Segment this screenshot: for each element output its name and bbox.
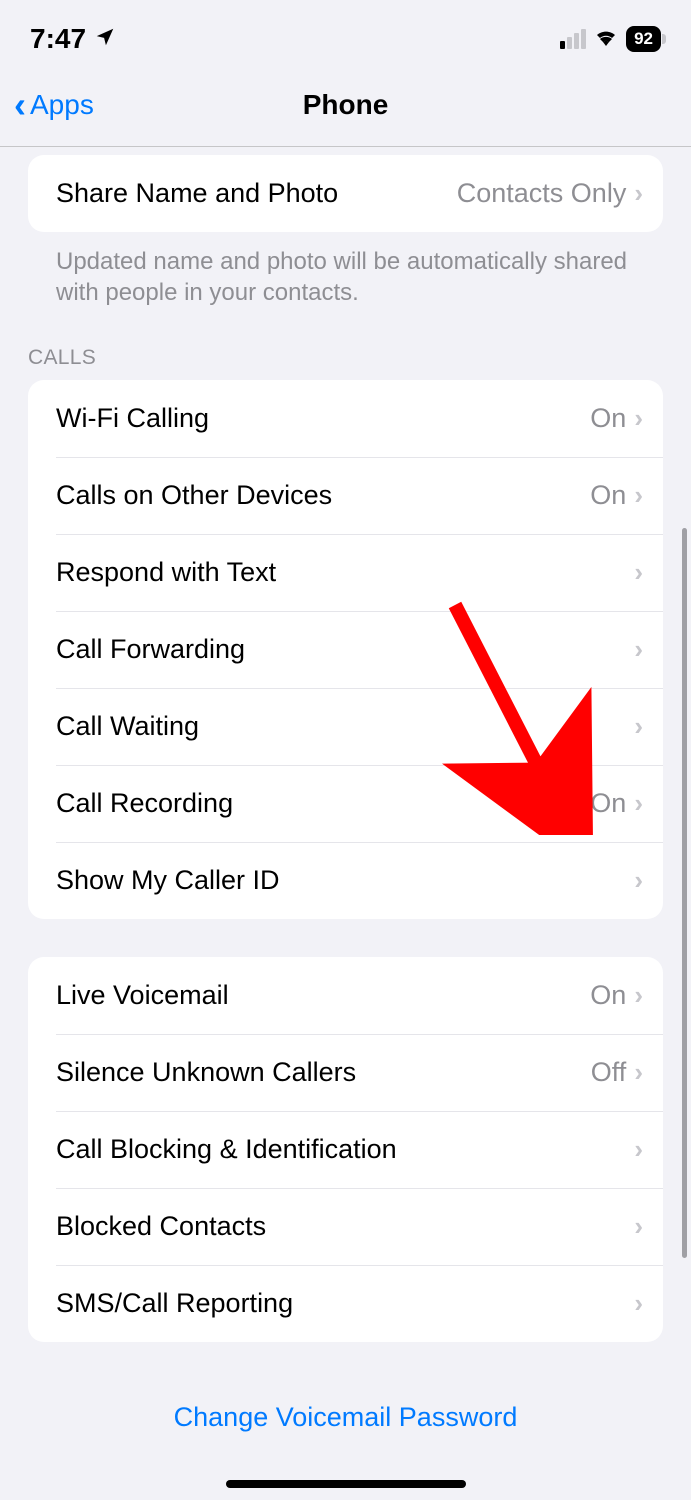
silence-unknown-callers-cell[interactable]: Silence Unknown Callers Off › — [28, 1034, 663, 1111]
location-icon — [94, 23, 116, 55]
battery-icon: 92 — [626, 26, 661, 52]
chevron-right-icon: › — [634, 1057, 643, 1088]
cell-value: On — [590, 788, 626, 819]
back-label: Apps — [30, 89, 94, 121]
chevron-right-icon: › — [634, 1134, 643, 1165]
lower-group: Live Voicemail On › Silence Unknown Call… — [28, 957, 663, 1342]
show-caller-id-cell[interactable]: Show My Caller ID › — [28, 842, 663, 919]
chevron-right-icon: › — [634, 865, 643, 896]
cell-label: Respond with Text — [56, 557, 626, 588]
cell-value: On — [590, 403, 626, 434]
calls-group: Wi-Fi Calling On › Calls on Other Device… — [28, 380, 663, 919]
calls-header: CALLS — [0, 346, 691, 380]
cell-value: Off — [591, 1057, 627, 1088]
battery-level: 92 — [634, 29, 653, 49]
chevron-right-icon: › — [634, 1288, 643, 1319]
cell-label: Calls on Other Devices — [56, 480, 590, 511]
cell-label: Show My Caller ID — [56, 865, 626, 896]
cell-label: Call Waiting — [56, 711, 626, 742]
settings-content: Share Name and Photo Contacts Only › Upd… — [0, 147, 691, 1433]
chevron-right-icon: › — [634, 980, 643, 1011]
cell-label: SMS/Call Reporting — [56, 1288, 626, 1319]
call-recording-cell[interactable]: Call Recording On › — [28, 765, 663, 842]
wifi-calling-cell[interactable]: Wi-Fi Calling On › — [28, 380, 663, 457]
cell-label: Live Voicemail — [56, 980, 590, 1011]
calls-section: Wi-Fi Calling On › Calls on Other Device… — [28, 380, 663, 919]
cell-value: On — [590, 980, 626, 1011]
scroll-indicator[interactable] — [682, 528, 687, 1258]
call-waiting-cell[interactable]: Call Waiting › — [28, 688, 663, 765]
cell-label: Silence Unknown Callers — [56, 1057, 591, 1088]
lower-section: Live Voicemail On › Silence Unknown Call… — [28, 957, 663, 1342]
time-label: 7:47 — [30, 23, 86, 55]
cell-label: Share Name and Photo — [56, 178, 457, 209]
cell-label: Call Forwarding — [56, 634, 626, 665]
chevron-right-icon: › — [634, 480, 643, 511]
share-section: Share Name and Photo Contacts Only › — [28, 155, 663, 232]
chevron-right-icon: › — [634, 557, 643, 588]
status-time: 7:47 — [30, 23, 116, 55]
chevron-left-icon: ‹ — [14, 84, 26, 126]
calls-other-devices-cell[interactable]: Calls on Other Devices On › — [28, 457, 663, 534]
respond-with-text-cell[interactable]: Respond with Text › — [28, 534, 663, 611]
back-button[interactable]: ‹ Apps — [14, 84, 94, 126]
blocked-contacts-cell[interactable]: Blocked Contacts › — [28, 1188, 663, 1265]
cell-value: Contacts Only — [457, 178, 627, 209]
chevron-right-icon: › — [634, 1211, 643, 1242]
call-forwarding-cell[interactable]: Call Forwarding › — [28, 611, 663, 688]
status-indicators: 92 — [560, 26, 661, 52]
sms-call-reporting-cell[interactable]: SMS/Call Reporting › — [28, 1265, 663, 1342]
call-blocking-cell[interactable]: Call Blocking & Identification › — [28, 1111, 663, 1188]
live-voicemail-cell[interactable]: Live Voicemail On › — [28, 957, 663, 1034]
chevron-right-icon: › — [634, 788, 643, 819]
chevron-right-icon: › — [634, 711, 643, 742]
share-footer: Updated name and photo will be automatic… — [28, 232, 663, 346]
cell-label: Call Blocking & Identification — [56, 1134, 626, 1165]
cell-label: Wi-Fi Calling — [56, 403, 590, 434]
chevron-right-icon: › — [634, 178, 643, 209]
chevron-right-icon: › — [634, 634, 643, 665]
page-title: Phone — [303, 89, 389, 121]
home-indicator[interactable] — [226, 1480, 466, 1488]
cell-label: Call Recording — [56, 788, 590, 819]
navigation-bar: ‹ Apps Phone — [0, 70, 691, 147]
wifi-icon — [594, 26, 618, 52]
status-bar: 7:47 92 — [0, 0, 691, 70]
change-voicemail-password-link[interactable]: Change Voicemail Password — [28, 1380, 663, 1433]
share-group: Share Name and Photo Contacts Only › — [28, 155, 663, 232]
share-name-photo-cell[interactable]: Share Name and Photo Contacts Only › — [28, 155, 663, 232]
cell-label: Blocked Contacts — [56, 1211, 626, 1242]
chevron-right-icon: › — [634, 403, 643, 434]
cell-value: On — [590, 480, 626, 511]
cellular-signal-icon — [560, 29, 586, 49]
